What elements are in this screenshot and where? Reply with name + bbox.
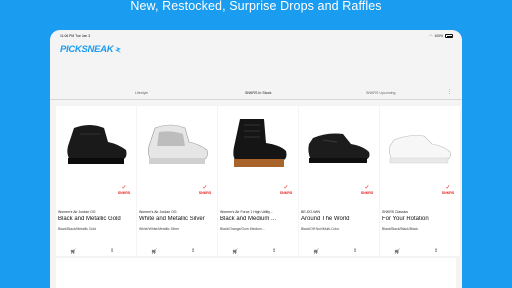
tablet-screen: 11:06 PM Tue Jan 3 ◠ 100% PICKSNEAK Life…: [50, 30, 462, 288]
snkrs-label: SNKRS: [198, 191, 212, 195]
product-card[interactable]: ✓ SNKRS BE-DO-WIN Around The World Black…: [299, 106, 379, 256]
snkrs-label: SNKRS: [441, 191, 455, 195]
product-card[interactable]: ✓ SNKRS Women's Air Force 1 High Utility…: [218, 106, 298, 256]
product-image: [218, 106, 298, 184]
bolt-icon: [115, 46, 122, 53]
product-image: [137, 106, 217, 184]
share-icon[interactable]: ⇪: [272, 248, 276, 254]
share-icon[interactable]: ⇪: [434, 248, 438, 254]
tab-lifestyle[interactable]: Lifestyle: [135, 91, 148, 95]
battery-percent: 100%: [434, 34, 443, 38]
product-colorway: Black/Orange/Gum Medium...: [220, 227, 265, 231]
black-sneaker-icon: [67, 125, 127, 164]
tab-bar: Lifestyle SNKRS In Stock SNKRS Upcoming …: [50, 88, 462, 100]
product-subtitle: Women's Air Jordan OG: [139, 210, 177, 214]
cart-icon[interactable]: 🛒︎: [70, 249, 76, 255]
product-subtitle: Women's Air Jordan OG: [58, 210, 96, 214]
share-icon[interactable]: ⇪: [110, 248, 114, 254]
more-options-icon[interactable]: ⋮: [447, 90, 452, 95]
snkrs-label: SNKRS: [360, 191, 374, 195]
wifi-icon: ◠: [429, 34, 433, 38]
product-name: Around The World: [301, 216, 350, 222]
product-colorway: White/White/Metallic Silver: [139, 227, 180, 231]
white-sneaker-icon: [148, 124, 208, 164]
tab-snkrs-in-stock[interactable]: SNKRS In Stock: [245, 91, 271, 95]
app-logo-text: PICKSNEAK: [60, 44, 114, 55]
product-subtitle: BE-DO-WIN: [301, 210, 321, 214]
product-name: Black and Medium ...: [220, 216, 277, 222]
status-right: ◠ 100%: [429, 34, 453, 38]
product-image: [299, 106, 379, 184]
app-logo: PICKSNEAK: [60, 44, 122, 55]
product-card[interactable]: ✓ SNKRS Women's Air Jordan OG Black and …: [56, 106, 136, 256]
cart-icon[interactable]: 🛒︎: [151, 249, 157, 255]
marketing-headline: New, Restocked, Surprise Drops and Raffl…: [130, 0, 382, 13]
boot-sneaker-icon: [233, 119, 287, 167]
product-image: [56, 106, 136, 184]
white-low-sneaker-icon: [389, 135, 451, 164]
snkrs-badge: ✓ SNKRS: [359, 185, 375, 195]
product-subtitle: Women's Air Force 1 High Utility...: [220, 210, 273, 214]
product-name: White and Metallic Silver: [139, 216, 205, 222]
tab-snkrs-upcoming[interactable]: SNKRS Upcoming: [366, 91, 396, 95]
snkrs-label: SNKRS: [279, 191, 293, 195]
product-name: For Your Rotation: [382, 216, 429, 222]
snkrs-label: SNKRS: [117, 191, 131, 195]
battery-icon: [445, 34, 453, 38]
product-grid: ✓ SNKRS Women's Air Jordan OG Black and …: [56, 106, 460, 256]
cart-icon[interactable]: 🛒︎: [394, 249, 400, 255]
product-colorway: Black/Black/Black/Black: [382, 227, 418, 231]
status-bar: 11:06 PM Tue Jan 3 ◠ 100%: [50, 30, 462, 40]
product-subtitle: SNKRS Classics: [382, 210, 409, 214]
share-icon[interactable]: ⇪: [191, 248, 195, 254]
product-card[interactable]: ✓ SNKRS SNKRS Classics For Your Rotation…: [380, 106, 460, 256]
product-card[interactable]: ✓ SNKRS Women's Air Jordan OG White and …: [137, 106, 217, 256]
snkrs-badge: ✓ SNKRS: [197, 185, 213, 195]
snkrs-badge: ✓ SNKRS: [278, 185, 294, 195]
product-image: [380, 106, 460, 184]
snkrs-badge: ✓ SNKRS: [116, 185, 132, 195]
status-time: 11:06 PM Tue Jan 3: [60, 34, 91, 38]
product-colorway: Black/Black/Metallic Gold: [58, 227, 97, 231]
share-icon[interactable]: ⇪: [353, 248, 357, 254]
cart-icon[interactable]: 🛒︎: [232, 249, 238, 255]
cart-icon[interactable]: 🛒︎: [313, 249, 319, 255]
black-low-sneaker-icon: [308, 133, 370, 163]
product-name: Black and Metallic Gold: [58, 216, 121, 222]
snkrs-badge: ✓ SNKRS: [440, 185, 456, 195]
product-colorway: Black/Off Noir/Multi-Color: [301, 227, 340, 231]
next-row-placeholder: [56, 258, 456, 288]
